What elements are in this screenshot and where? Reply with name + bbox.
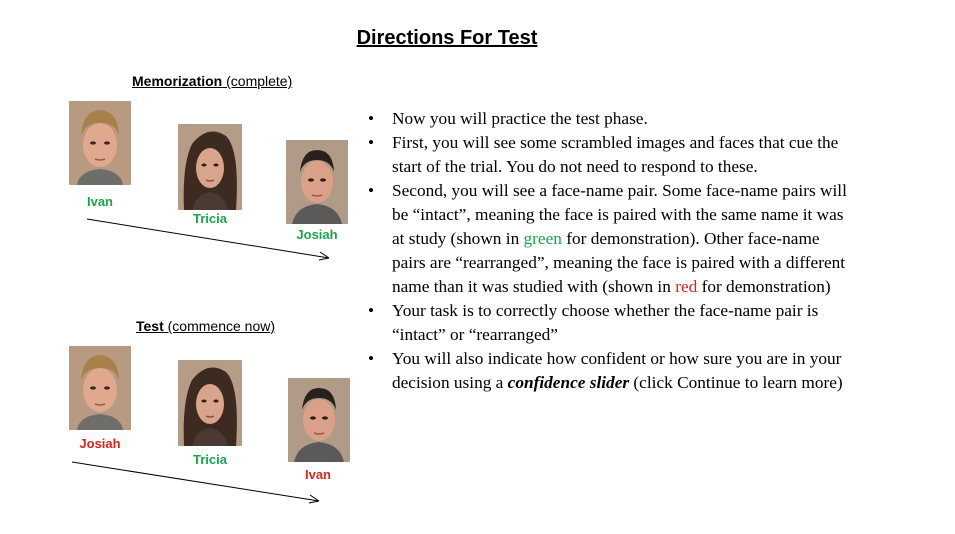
test-arrow: [71, 461, 320, 504]
instruction-item: • Now you will practice the test phase.: [366, 107, 856, 131]
instruction-text: Now you will practice the test phase.: [392, 109, 648, 128]
instruction-item: • You will also indicate how confident or…: [366, 347, 856, 395]
bullet-icon: •: [368, 301, 375, 320]
instructions-list: • Now you will practice the test phase. •…: [366, 107, 856, 395]
green-word: green: [523, 229, 562, 248]
instruction-text: for demonstration): [697, 277, 831, 296]
bullet-icon: •: [368, 109, 375, 128]
bullet-icon: •: [368, 349, 375, 368]
instruction-text: Your task is to correctly choose whether…: [392, 301, 819, 344]
instruction-item: • First, you will see some scrambled imag…: [366, 131, 856, 179]
bullet-icon: •: [368, 181, 375, 200]
red-word: red: [675, 277, 698, 296]
confidence-slider-emphasis: confidence slider: [507, 373, 630, 392]
memorization-arrow: [86, 218, 330, 261]
instruction-text: First, you will see some scrambled image…: [392, 133, 839, 176]
instruction-item: • Your task is to correctly choose whethe…: [366, 299, 856, 347]
bullet-icon: •: [368, 133, 375, 152]
instruction-item: • Second, you will see a face-name pair. …: [366, 179, 856, 299]
instruction-text: (click Continue to learn more): [629, 373, 843, 392]
